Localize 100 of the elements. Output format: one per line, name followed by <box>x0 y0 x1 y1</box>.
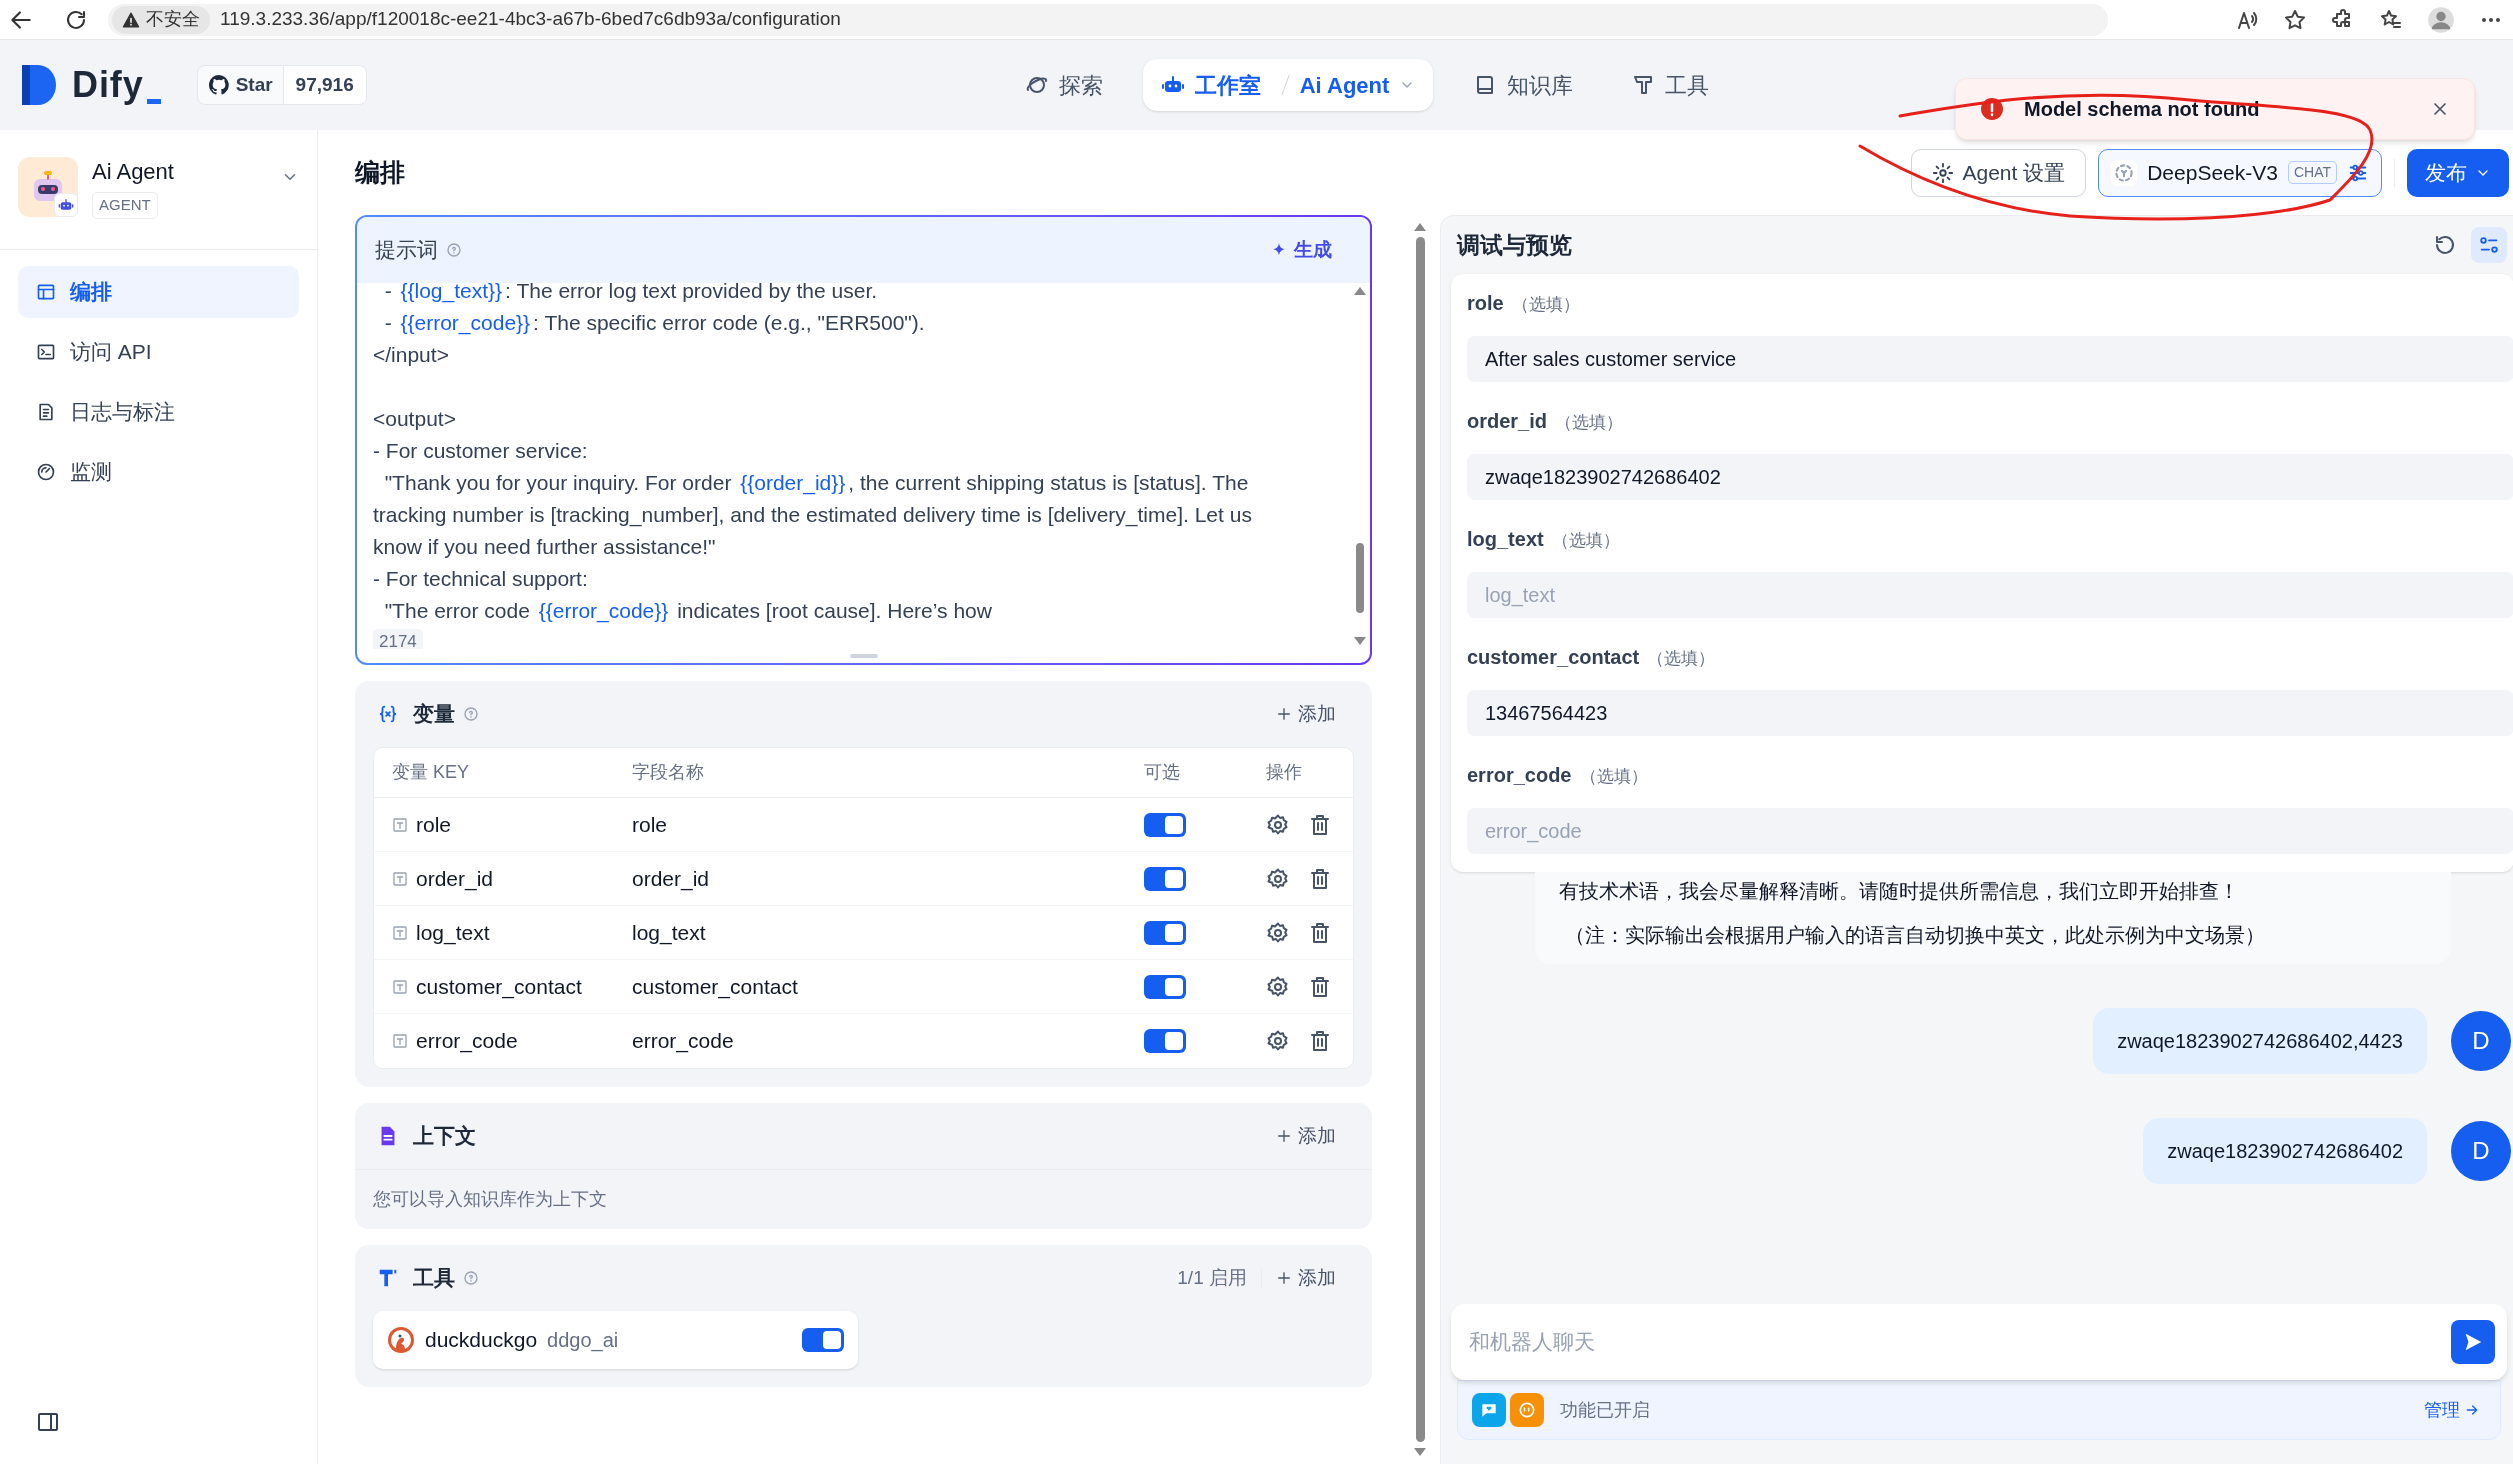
nav-tab[interactable]: 探索 <box>1006 59 1121 111</box>
error-icon <box>1980 97 2004 121</box>
help-icon <box>463 1270 479 1286</box>
send-button[interactable] <box>2451 1320 2495 1364</box>
duck-icon <box>387 1326 415 1354</box>
user-message: zwaqe1823902742686402 <box>2143 1118 2427 1184</box>
field-label: order_id <box>1467 409 1548 434</box>
toggle-switch[interactable] <box>802 1328 844 1352</box>
warning-icon <box>122 10 140 29</box>
prompt-line: "The error code {{error_code}} indicates [root cause]. Here’s how <box>383 598 993 625</box>
input-field[interactable]: After sales customer service <box>1467 336 2513 382</box>
agent-settings-button[interactable]: Agent 设置 <box>1911 148 2087 197</box>
document-icon <box>36 401 56 422</box>
optional-tag: （选填） <box>1511 292 1580 318</box>
nav-tab[interactable]: 工具 <box>1613 59 1728 111</box>
toggle-switch[interactable] <box>1144 974 1186 999</box>
table-cell-text: error_code <box>416 1028 518 1055</box>
prompt-line: - {{error_code}}: The specific error code (e.g., "ERR500"). <box>383 310 926 337</box>
add-button[interactable]: 添加 <box>1276 699 1336 729</box>
table-cell-text: customer_contact <box>632 973 799 1001</box>
input-field[interactable]: log_text <box>1467 572 2513 618</box>
settings-icon <box>2478 234 2500 256</box>
optional-tag: （选填） <box>1555 410 1624 436</box>
nav-tab[interactable]: 工作室 Ai Agent <box>1142 59 1434 111</box>
sidebar-item[interactable]: 访问 API <box>18 325 299 378</box>
context-hint: 您可以导入知识库作为上下文 <box>372 1188 608 1211</box>
input-field[interactable]: error_code <box>1467 808 2513 854</box>
field-label: customer_contact <box>1467 645 1640 670</box>
logo-underscore <box>146 99 161 104</box>
sidebar-item[interactable]: 监测 <box>18 445 299 498</box>
help-icon <box>446 242 462 258</box>
user-message: zwaqe1823902742686402,4423 <box>2093 1008 2427 1074</box>
address-bar[interactable]: 不安全 119.3.233.36/app/f120018c-ee21-4bc3-a67b-6bed7c6db93a/configuration <box>108 3 2108 36</box>
prompt-title: 提示词 <box>375 237 438 264</box>
optional-tag: （选填） <box>1647 646 1716 672</box>
prompt-line: </input> <box>373 342 450 368</box>
column-header: 字段名称 <box>632 761 705 784</box>
toggle-switch[interactable] <box>1144 1029 1186 1053</box>
table-cell-text: error_code <box>632 1028 735 1055</box>
trash-icon[interactable] <box>1308 974 1332 999</box>
field-label: role <box>1467 291 1504 316</box>
table-cell-text: order_id <box>416 865 494 893</box>
section-title: 工具 <box>413 1265 455 1292</box>
model-selector[interactable]: DeepSeek-V3 CHAT <box>2098 148 2382 197</box>
input-field[interactable]: zwaqe1823902742686402 <box>1467 454 2513 500</box>
toggle-switch[interactable] <box>1144 812 1186 837</box>
model-icon <box>2111 159 2138 186</box>
star-icon[interactable] <box>2283 7 2307 32</box>
generate-button[interactable]: 生成 <box>1270 235 1332 265</box>
plus-icon <box>1276 1270 1292 1286</box>
app-type-tag: AGENT <box>92 192 158 219</box>
column-header: 操作 <box>1266 761 1303 784</box>
github-icon <box>207 74 230 96</box>
field-label: log_text <box>1467 527 1544 552</box>
text-type-icon <box>392 816 408 833</box>
sidebar-toggle-icon[interactable] <box>36 1410 60 1434</box>
optional-tag: （选填） <box>1551 528 1620 554</box>
text-type-icon <box>392 924 408 941</box>
enabled-count: 1/1 启用 <box>1177 1265 1247 1290</box>
trash-icon[interactable] <box>1308 866 1332 891</box>
text-type-icon <box>392 1033 408 1049</box>
text-type-icon <box>392 978 408 995</box>
table-cell-text: role <box>416 811 452 838</box>
variables-toggle-button[interactable] <box>2471 227 2507 263</box>
resize-handle[interactable] <box>849 654 878 658</box>
table-cell-text: log_text <box>416 919 490 947</box>
toggle-switch[interactable] <box>1144 866 1186 891</box>
sidebar-item[interactable]: 日志与标注 <box>18 385 299 438</box>
sidebar-item[interactable]: 编排 <box>18 265 299 318</box>
nav-tab[interactable]: 知识库 <box>1455 59 1592 111</box>
user-avatar: D <box>2451 1121 2511 1181</box>
manage-link[interactable]: 管理 <box>2424 1396 2480 1424</box>
add-button[interactable]: 添加 <box>1276 1263 1336 1293</box>
github-star-button[interactable]: Star 97,916 <box>196 65 367 105</box>
column-header: 变量 KEY <box>391 761 471 784</box>
text-type-icon <box>392 870 408 887</box>
prompt-line: <output> <box>373 406 457 432</box>
add-button[interactable]: 添加 <box>1276 1121 1336 1151</box>
table-cell-text: log_text <box>632 919 707 947</box>
publish-button[interactable]: 发布 <box>2407 148 2509 197</box>
refresh-icon[interactable] <box>2433 233 2457 257</box>
trash-icon[interactable] <box>1308 920 1332 945</box>
features-label: 功能已开启 <box>1560 1398 1650 1422</box>
logo-text: Dify <box>72 63 144 107</box>
trash-icon[interactable] <box>1308 1029 1332 1053</box>
character-count: 2174 <box>373 629 423 649</box>
user-avatar: D <box>2451 1011 2511 1071</box>
security-indicator[interactable]: 不安全 <box>112 5 210 34</box>
profile-icon[interactable] <box>2427 5 2455 34</box>
tool-name: duckduckgo <box>425 1327 538 1354</box>
input-field[interactable]: 13467564423 <box>1467 690 2513 736</box>
page-title: 编排 <box>355 156 405 188</box>
gauge-icon <box>36 461 56 482</box>
prompt-line: "Thank you for your inquiry. For order {{order_id}}, the current shipping status is [status]. The <box>383 470 1250 497</box>
toggle-switch[interactable] <box>1144 920 1186 945</box>
field-label: error_code <box>1467 763 1572 788</box>
trash-icon[interactable] <box>1308 812 1332 837</box>
table-cell-text: order_id <box>632 865 711 893</box>
panel-title: 调试与预览 <box>1457 230 1572 260</box>
plus-icon <box>1276 1128 1292 1144</box>
